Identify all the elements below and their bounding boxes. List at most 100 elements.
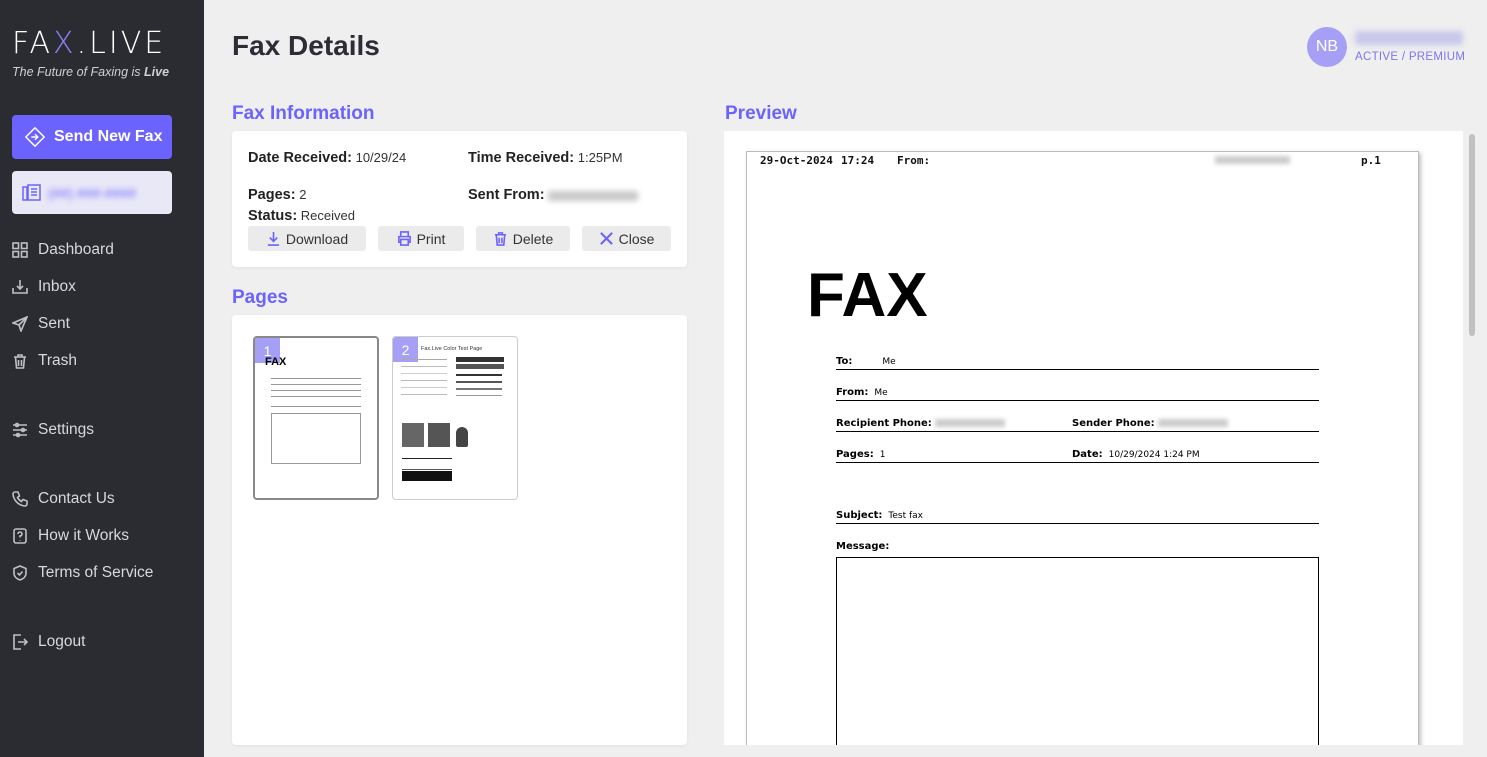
thumb-logo bbox=[402, 461, 452, 470]
thumb-title: FAX bbox=[265, 356, 287, 368]
fax-from-value: Me bbox=[874, 388, 888, 398]
delete-button[interactable]: Delete bbox=[476, 226, 570, 251]
thumb-line bbox=[456, 395, 502, 396]
sidebar-item-label: Trash bbox=[38, 352, 78, 369]
sidebar: FAX.LIVE The Future of Faxing is Live Se… bbox=[0, 0, 204, 757]
sidebar-item-contact-us[interactable]: Contact Us bbox=[12, 488, 115, 510]
fax-header-redacted bbox=[1215, 156, 1290, 164]
download-icon bbox=[267, 231, 279, 246]
sliders-icon bbox=[13, 422, 27, 438]
thumb-logo bbox=[402, 471, 452, 481]
grid-icon bbox=[12, 242, 28, 258]
fax-number-selector[interactable]: (##) ###-#### bbox=[12, 171, 172, 214]
user-name-redacted bbox=[1355, 31, 1463, 45]
fax-date-value: 10/29/2024 1:24 PM bbox=[1108, 450, 1200, 460]
sidebar-item-logout[interactable]: Logout bbox=[12, 631, 85, 653]
thumb-message-box bbox=[271, 413, 361, 464]
sidebar-item-settings[interactable]: Settings bbox=[12, 419, 94, 441]
sidebar-item-label: Logout bbox=[38, 633, 86, 650]
fax-sender-phone: Sender Phone: bbox=[1072, 418, 1229, 429]
close-label: Close bbox=[618, 230, 655, 247]
send-new-fax-button[interactable]: Send New Fax bbox=[12, 115, 172, 159]
thumb-line bbox=[456, 388, 502, 390]
fax-header-time: 17:24 bbox=[841, 154, 875, 167]
thumb-line bbox=[271, 378, 361, 379]
sidebar-item-dashboard[interactable]: Dashboard bbox=[12, 239, 114, 261]
sent-from: Sent From: bbox=[468, 187, 639, 203]
sidebar-item-label: Settings bbox=[38, 421, 95, 438]
fax-subject-line: Subject: Test fax bbox=[836, 510, 1319, 524]
sidebar-item-terms-of-service[interactable]: Terms of Service bbox=[12, 562, 153, 584]
page-thumbnail-1[interactable]: 1 FAX bbox=[253, 336, 379, 500]
fax-header-page: p.1 bbox=[1361, 154, 1381, 167]
fax-recipient-phone-redacted bbox=[935, 419, 1006, 427]
status: Status: Received bbox=[248, 208, 355, 224]
status-label: Status: bbox=[248, 208, 298, 224]
avatar[interactable]: NB bbox=[1307, 27, 1347, 67]
fax-machine-icon bbox=[22, 183, 41, 201]
logout-icon bbox=[13, 634, 28, 650]
pages-count-label: Pages: bbox=[248, 187, 296, 203]
thumb-line bbox=[456, 381, 502, 383]
thumb-line bbox=[401, 366, 447, 367]
trash-icon bbox=[14, 354, 26, 369]
trash-icon bbox=[494, 232, 506, 246]
thumb-line bbox=[401, 359, 447, 360]
delete-label: Delete bbox=[512, 230, 554, 247]
thumb-line bbox=[401, 394, 447, 395]
sidebar-item-label: Contact Us bbox=[38, 490, 115, 507]
thumb-dark-bar bbox=[456, 357, 504, 362]
fax-to-label: To: bbox=[836, 356, 853, 367]
thumb-line bbox=[401, 373, 447, 374]
sidebar-item-sent[interactable]: Sent bbox=[12, 313, 70, 335]
page-thumbnail-2[interactable]: 2 Fax.Live Color Test Page bbox=[392, 336, 518, 500]
fax-pages-line: Pages: 1 Date: 10/29/2024 1:24 PM bbox=[836, 449, 1319, 463]
fax-message-box bbox=[836, 557, 1319, 745]
send-new-fax-label: Send New Fax bbox=[54, 128, 163, 145]
logo-text-x: X bbox=[53, 26, 77, 61]
thumb-photo bbox=[402, 423, 424, 447]
fax-page-preview: 29-Oct-2024 17:24 From: p.1 FAX To: Me Fr… bbox=[746, 151, 1419, 745]
fax-subject-label: Subject: bbox=[836, 510, 883, 521]
thumb-line bbox=[271, 384, 361, 385]
time-received-value: 1:25PM bbox=[577, 150, 623, 165]
preview-scrollbar[interactable] bbox=[1469, 134, 1475, 336]
thumb-line bbox=[271, 406, 361, 407]
sidebar-item-trash[interactable]: Trash bbox=[12, 350, 77, 372]
fax-information-heading: Fax Information bbox=[232, 103, 375, 124]
download-label: Download bbox=[285, 230, 349, 247]
fax-message-label: Message: bbox=[836, 541, 890, 552]
fax-header-date: 29-Oct-2024 bbox=[760, 154, 833, 167]
sent-from-label: Sent From: bbox=[468, 187, 545, 203]
date-received: Date Received: 10/29/24 bbox=[248, 150, 406, 166]
sent-from-value-redacted bbox=[548, 190, 639, 201]
fax-from-line: From: Me bbox=[836, 387, 1319, 401]
logo[interactable]: FAX.LIVE bbox=[12, 28, 166, 60]
sidebar-item-label: Terms of Service bbox=[38, 564, 154, 581]
print-label: Print bbox=[416, 230, 446, 247]
fax-sender-phone-redacted bbox=[1158, 419, 1229, 427]
sidebar-item-label: Inbox bbox=[38, 278, 76, 295]
sidebar-item-how-it-works[interactable]: How it Works bbox=[12, 525, 129, 547]
question-icon bbox=[13, 528, 27, 544]
preview-pane[interactable]: 29-Oct-2024 17:24 From: p.1 FAX To: Me Fr… bbox=[724, 131, 1463, 745]
thumb-title: Fax.Live Color Test Page bbox=[421, 346, 483, 352]
fax-to-line: To: Me bbox=[836, 356, 1319, 370]
user-status: ACTIVE / PREMIUM bbox=[1355, 51, 1466, 63]
date-received-label: Date Received: bbox=[248, 150, 352, 166]
inbox-icon bbox=[12, 280, 28, 294]
thumb-line bbox=[401, 380, 447, 381]
fax-pages-value: 1 bbox=[879, 450, 886, 460]
phone-icon bbox=[12, 491, 28, 507]
fax-number-value: (##) ###-#### bbox=[48, 184, 136, 201]
pages-heading: Pages bbox=[232, 287, 288, 308]
sidebar-item-label: How it Works bbox=[38, 527, 130, 544]
sidebar-item-inbox[interactable]: Inbox bbox=[12, 276, 76, 298]
print-button[interactable]: Print bbox=[378, 226, 464, 251]
logo-text-a: FA bbox=[12, 26, 54, 61]
fax-header-from: From: bbox=[897, 154, 931, 167]
page-title: Fax Details bbox=[232, 30, 380, 61]
logo-text-b: .LIVE bbox=[76, 26, 167, 61]
download-button[interactable]: Download bbox=[248, 226, 366, 251]
close-button[interactable]: Close bbox=[582, 226, 671, 251]
